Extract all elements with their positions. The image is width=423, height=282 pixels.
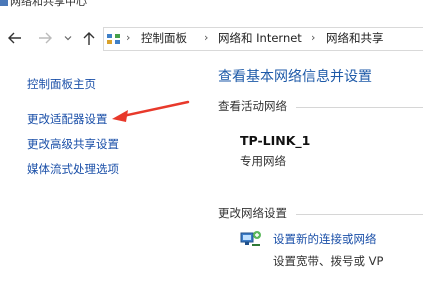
- breadcrumb-separator: ›: [204, 31, 209, 44]
- breadcrumb-network-internet[interactable]: 网络和 Internet: [218, 31, 302, 45]
- sidebar-item-control-panel-home[interactable]: 控制面板主页: [27, 76, 96, 92]
- change-network-settings-label: 更改网络设置: [218, 206, 287, 220]
- title-bar: 网络和共享中心: [0, 0, 423, 20]
- sidebar-item-media-streaming-options[interactable]: 媒体流式处理选项: [27, 161, 119, 177]
- breadcrumb-separator: ›: [126, 31, 131, 44]
- breadcrumb-sharing-center[interactable]: 网络和共享: [326, 31, 384, 45]
- arrow-left-icon: [8, 32, 21, 44]
- active-networks-label: 查看活动网络: [218, 99, 287, 113]
- network-type: 专用网络: [240, 154, 286, 168]
- section-divider: [296, 214, 423, 215]
- new-connection-icon: [240, 231, 261, 246]
- sidebar-item-change-adapter-settings[interactable]: 更改适配器设置: [27, 111, 108, 127]
- control-panel-icon: [107, 34, 120, 44]
- recent-locations-button[interactable]: [64, 33, 72, 47]
- annotation-arrow-icon: [112, 100, 190, 122]
- back-button[interactable]: [8, 32, 22, 48]
- breadcrumb-separator: ›: [311, 31, 316, 44]
- arrow-right-icon: [39, 32, 52, 44]
- setup-new-connection-description: 设置宽带、拨号或 VP: [273, 254, 384, 268]
- sidebar-item-advanced-sharing-settings[interactable]: 更改高级共享设置: [27, 136, 119, 152]
- section-divider: [296, 107, 423, 108]
- page-heading: 查看基本网络信息并设置: [218, 69, 372, 85]
- network-center-icon: [0, 0, 8, 6]
- up-button[interactable]: [83, 32, 95, 50]
- setup-new-connection-link[interactable]: 设置新的连接或网络: [273, 231, 377, 247]
- breadcrumb-control-panel[interactable]: 控制面板: [141, 31, 187, 45]
- arrow-up-icon: [83, 32, 95, 45]
- network-name: TP-LINK_1: [240, 133, 311, 148]
- forward-button[interactable]: [38, 32, 52, 48]
- window-title: 网络和共享中心: [10, 0, 87, 8]
- chevron-down-icon: [64, 36, 72, 41]
